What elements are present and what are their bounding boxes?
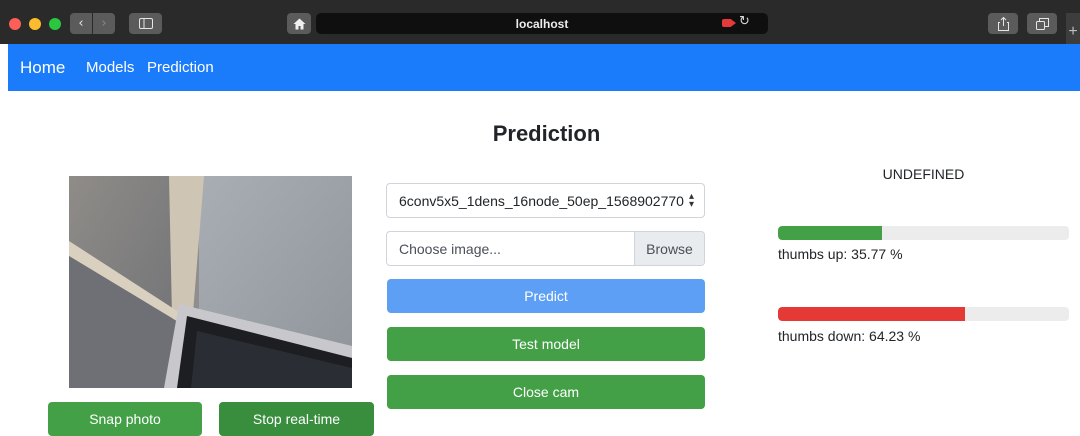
close-window-button[interactable] — [9, 18, 21, 30]
prediction-result-label: UNDEFINED — [882, 166, 965, 182]
select-updown-icon: ▴ ▾ — [688, 191, 694, 210]
thumbs-down-progress-fill — [778, 307, 965, 321]
home-icon[interactable] — [287, 13, 311, 34]
reload-icon[interactable]: ↻ — [739, 14, 750, 29]
file-input-placeholder: Choose image... — [399, 241, 501, 257]
browse-button[interactable]: Browse — [634, 232, 704, 265]
minimize-window-button[interactable] — [29, 18, 41, 30]
chevron-left-icon[interactable]: ‹ — [70, 13, 92, 34]
snap-photo-button[interactable]: Snap photo — [48, 402, 202, 436]
chevron-right-icon[interactable]: › — [93, 13, 115, 34]
plus-icon[interactable]: + — [1066, 13, 1080, 44]
thumbs-up-progress-fill — [778, 226, 883, 240]
thumbs-up-percent-text: thumbs up: 35.77 % — [778, 246, 903, 262]
thumbs-up-progress-bar — [778, 226, 1069, 240]
thumbs-down-progress-bar — [778, 307, 1069, 321]
share-icon[interactable] — [988, 13, 1018, 34]
camera-recording-icon[interactable] — [722, 19, 736, 27]
navbar-brand-home[interactable]: Home — [20, 58, 65, 78]
model-select[interactable]: 6conv5x5_1dens_16node_50ep_1568902770 ▴ ▾ — [386, 183, 705, 218]
navbar: Home Models Prediction — [8, 44, 1080, 91]
thumbs-down-percent-text: thumbs down: 64.23 % — [778, 328, 921, 344]
predict-button[interactable]: Predict — [387, 279, 705, 313]
tabs-icon[interactable] — [1027, 13, 1057, 34]
test-model-button[interactable]: Test model — [387, 327, 705, 361]
nav-link-prediction[interactable]: Prediction — [147, 59, 214, 76]
fullscreen-window-button[interactable] — [49, 18, 61, 30]
sidebar-icon[interactable] — [129, 13, 162, 34]
nav-link-models[interactable]: Models — [86, 59, 134, 76]
browser-toolbar: ‹ › localhost ↻ + — [0, 0, 1080, 44]
image-file-input[interactable]: Choose image... Browse — [386, 231, 705, 266]
stop-realtime-button[interactable]: Stop real-time — [219, 402, 374, 436]
address-bar[interactable]: localhost — [316, 13, 768, 34]
model-select-value: 6conv5x5_1dens_16node_50ep_1568902770 — [399, 192, 684, 209]
page-title: Prediction — [492, 121, 601, 146]
close-cam-button[interactable]: Close cam — [387, 375, 705, 409]
camera-preview — [69, 176, 352, 388]
